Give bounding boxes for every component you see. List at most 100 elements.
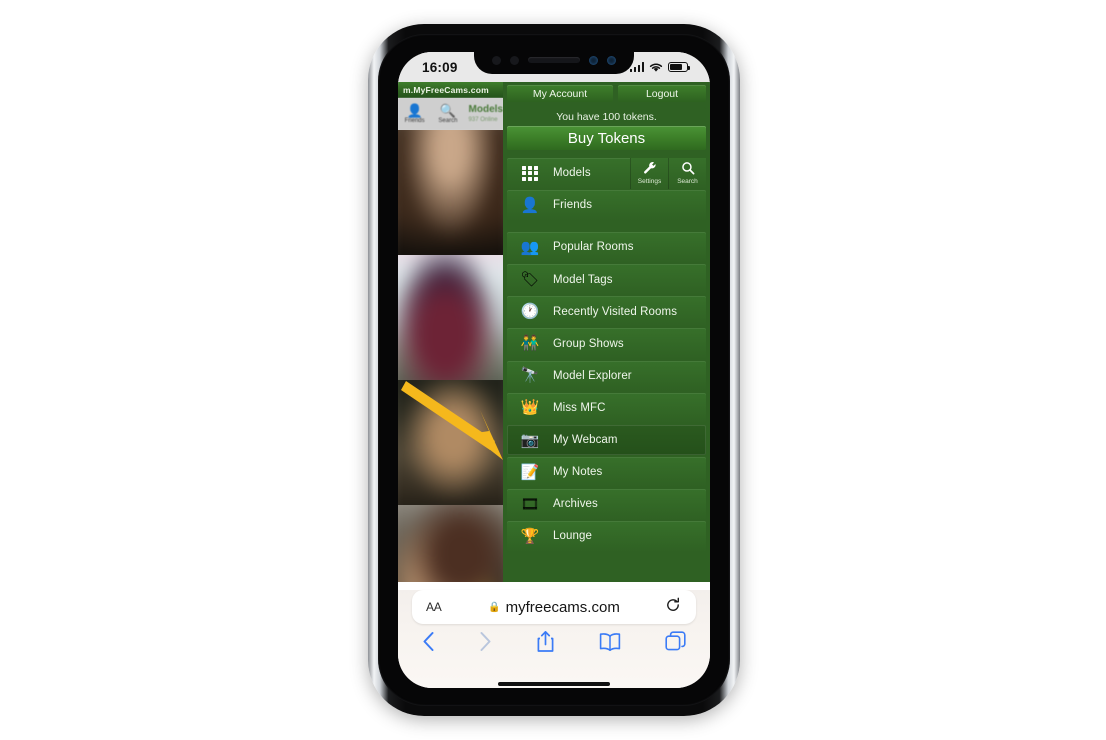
people-group-icon: 👥	[520, 238, 540, 256]
model-thumbnail[interactable]	[398, 255, 503, 380]
text-size-button[interactable]: AA	[426, 600, 442, 614]
url-display: 🔒 myfreecams.com	[412, 599, 696, 616]
tabs-button[interactable]	[665, 631, 686, 656]
search-icon	[681, 161, 695, 177]
menu-item-label: Model Tags	[553, 273, 613, 286]
menu-item-model-explorer[interactable]: 🔭 Model Explorer	[507, 360, 706, 392]
sensor-dot-icon	[492, 55, 501, 65]
menu-item-lounge[interactable]: 🏆 Lounge	[507, 521, 706, 552]
menu-item-label: Miss MFC	[553, 401, 606, 414]
site-top-toolbar: 👤 Friends 🔍 Search Models 937 Online	[398, 98, 503, 130]
bookmarks-button[interactable]	[599, 632, 621, 655]
trophy-cup-icon: 🏆	[520, 527, 540, 545]
address-bar[interactable]: AA 🔒 myfreecams.com	[412, 590, 696, 624]
menu-item-label: Models	[553, 167, 591, 180]
menu-item-label: Recently Visited Rooms	[553, 305, 678, 318]
logout-button[interactable]: Logout	[618, 85, 706, 102]
device-notch	[474, 46, 634, 74]
menu-item-models[interactable]: Models Settings Search	[507, 158, 706, 189]
webcam-icon: 📷	[520, 431, 540, 449]
menu-item-archives[interactable]: 🎞 Archives	[507, 488, 706, 520]
menu-item-miss-mfc[interactable]: 👑 Miss MFC	[507, 392, 706, 424]
crown-icon: 👑	[520, 399, 540, 417]
webpage-viewport: m.MyFreeCams.com 👤 Friends 🔍 Search Mode…	[398, 82, 710, 582]
home-indicator	[498, 681, 610, 686]
toolbar-friends-button[interactable]: 👤 Friends	[398, 104, 431, 124]
toolbar-search-label: Search	[438, 118, 458, 124]
settings-tool-label: Settings	[637, 178, 662, 186]
token-balance-text: You have 100 tokens.	[556, 111, 657, 123]
tabs-icon	[665, 631, 686, 651]
models-title: Models	[468, 104, 503, 115]
search-tool-label: Search	[677, 178, 698, 186]
front-camera-icon	[589, 55, 598, 65]
phone-screen: 16:09 m.MyFreeCams.com 👤 Friends 🔍 Searc…	[398, 52, 710, 688]
thumbnail-image	[398, 130, 503, 255]
main-menu-list: Models Settings Search 👤 Friends 👥 Popular Roo…	[503, 158, 710, 552]
binoculars-icon: 🔭	[520, 367, 540, 385]
earpiece-speaker	[528, 57, 580, 63]
menu-item-my-notes[interactable]: 📝 My Notes	[507, 456, 706, 488]
person-bust-icon: 👤	[520, 196, 540, 214]
toolbar-friends-label: Friends	[404, 118, 425, 124]
book-icon	[599, 633, 621, 652]
back-button[interactable]	[422, 631, 435, 656]
film-reel-icon: 🎞	[520, 495, 540, 513]
model-thumbnail[interactable]	[398, 130, 503, 255]
memo-icon: 📝	[520, 463, 540, 481]
share-icon	[537, 631, 554, 652]
toolbar-search-button[interactable]: 🔍 Search	[431, 104, 464, 124]
menu-item-label: Group Shows	[553, 337, 624, 350]
my-account-button[interactable]: My Account	[507, 85, 613, 102]
site-left-column: m.MyFreeCams.com 👤 Friends 🔍 Search Mode…	[398, 82, 503, 582]
chevron-right-icon	[480, 632, 491, 651]
thumbnail-image	[398, 380, 503, 505]
menu-separator	[505, 222, 708, 232]
forward-button[interactable]	[479, 631, 492, 656]
menu-item-recently-visited-rooms[interactable]: 🕐 Recently Visited Rooms	[507, 296, 706, 327]
two-people-icon: 👬	[520, 335, 540, 353]
menu-item-friends[interactable]: 👤 Friends	[507, 190, 706, 221]
account-menu-panel: My Account Logout You have 100 tokens. B…	[503, 82, 710, 582]
model-thumbnail[interactable]	[398, 505, 503, 582]
menu-item-my-webcam[interactable]: 📷 My Webcam	[507, 424, 706, 456]
search-icon: 🔍	[439, 103, 456, 118]
grid-icon-glyph	[522, 165, 538, 181]
buy-tokens-button[interactable]: Buy Tokens	[507, 126, 706, 150]
menu-item-label: Archives	[553, 498, 598, 511]
menu-item-group-shows[interactable]: 👬 Group Shows	[507, 328, 706, 360]
grid-icon	[519, 162, 541, 184]
menu-item-label: Model Explorer	[553, 369, 632, 382]
battery-icon	[668, 62, 691, 72]
menu-item-label: My Notes	[553, 466, 603, 479]
safari-bottom-bar: AA 🔒 myfreecams.com	[398, 590, 710, 688]
menu-item-label: Popular Rooms	[553, 241, 634, 254]
text-size-label: AA	[426, 600, 442, 614]
url-text: myfreecams.com	[505, 598, 620, 616]
reload-button[interactable]	[665, 597, 681, 617]
menu-item-label: Friends	[553, 199, 593, 212]
share-button[interactable]	[536, 630, 555, 657]
lock-icon: 🔒	[488, 601, 501, 613]
status-bar-icons	[629, 62, 691, 73]
settings-tool-button[interactable]: Settings	[630, 158, 668, 189]
model-thumbnail[interactable]	[398, 380, 503, 505]
wrench-icon	[643, 161, 657, 177]
site-logo: m.MyFreeCams.com	[398, 82, 503, 98]
menu-item-popular-rooms[interactable]: 👥 Popular Rooms	[507, 232, 706, 263]
price-tag-icon: 🏷	[520, 271, 540, 289]
account-button-row: My Account Logout	[503, 82, 710, 102]
menu-item-model-tags[interactable]: 🏷 Model Tags	[507, 264, 706, 295]
search-tool-button[interactable]: Search	[668, 158, 706, 189]
tokens-block: You have 100 tokens. Buy Tokens	[507, 107, 706, 150]
menu-item-label: Lounge	[553, 530, 592, 543]
thumbnail-image	[398, 255, 503, 380]
iphone-device-frame: 16:09 m.MyFreeCams.com 👤 Friends 🔍 Searc…	[368, 24, 740, 716]
face-id-sensor-icon	[607, 55, 616, 65]
thumbnail-image	[398, 505, 503, 582]
clock-speech-icon: 🕐	[520, 303, 540, 321]
chevron-left-icon	[423, 632, 434, 651]
wifi-icon	[649, 62, 663, 72]
menu-item-label: My Webcam	[553, 434, 618, 447]
person-icon: 👤	[406, 103, 423, 118]
